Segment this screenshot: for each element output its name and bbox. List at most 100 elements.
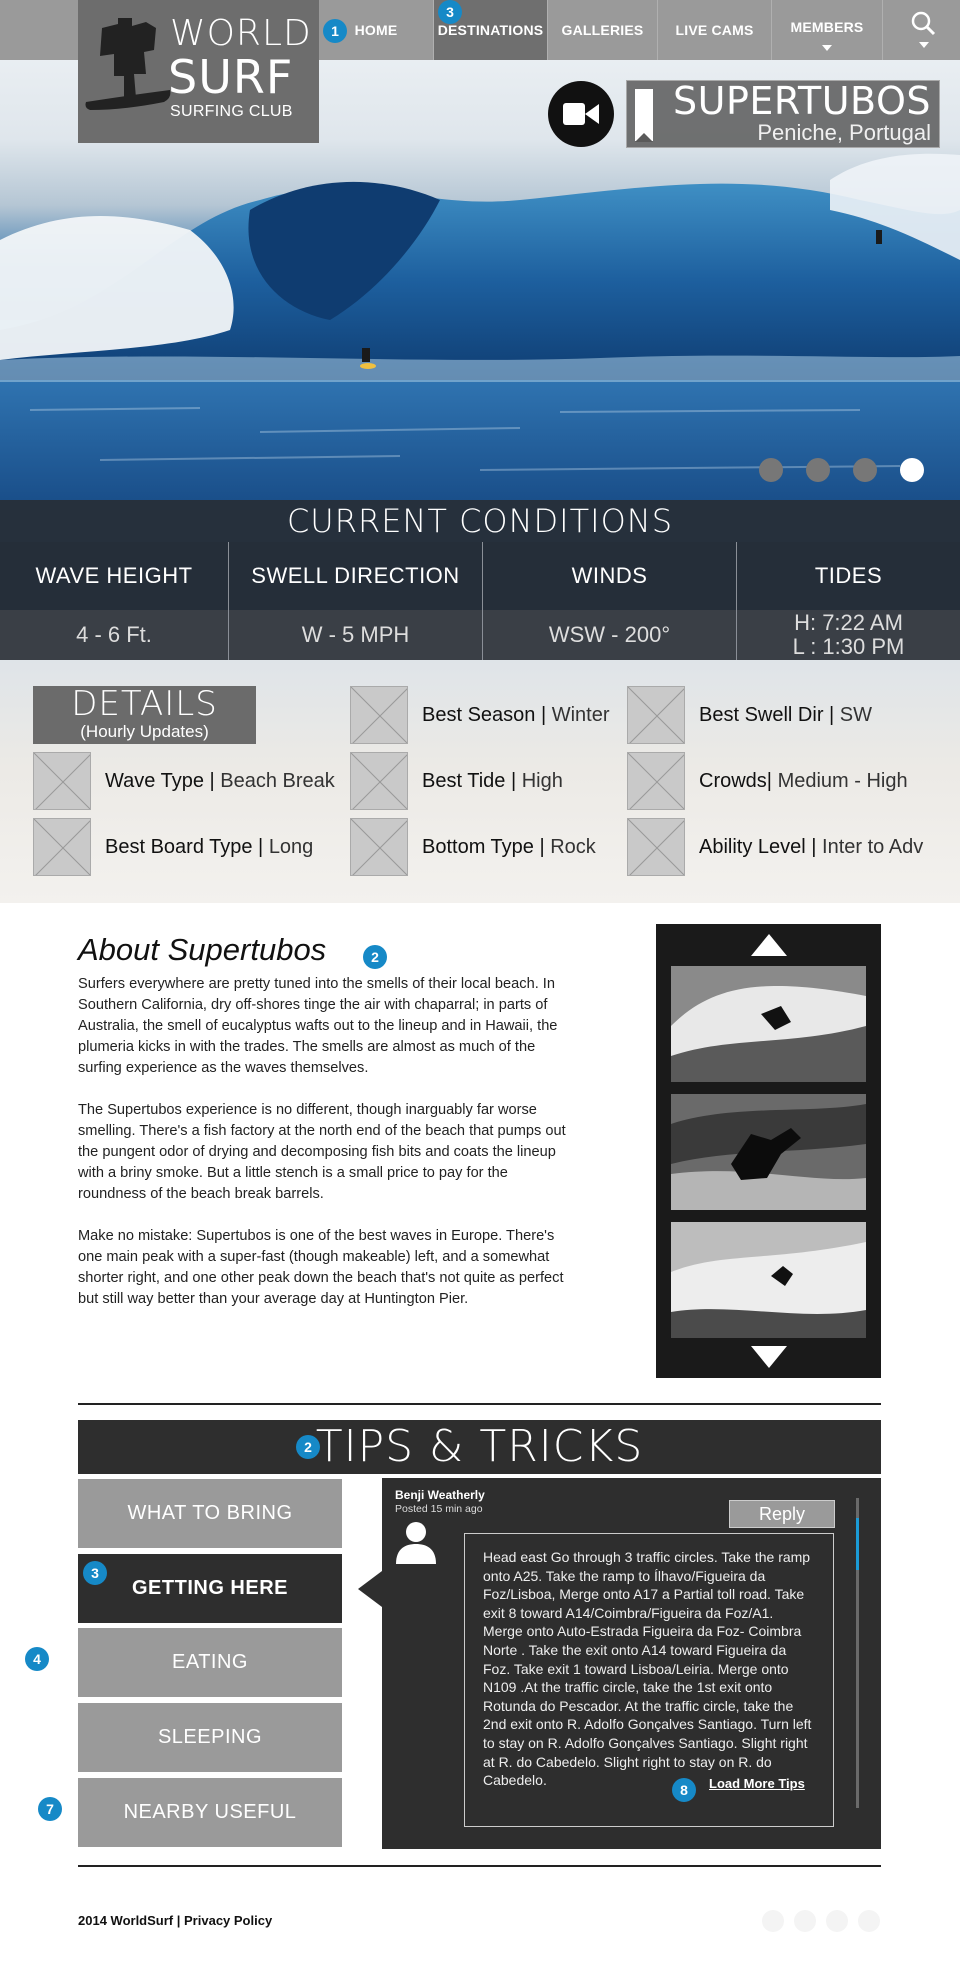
gallery-photo[interactable] (671, 1094, 866, 1210)
details-subtitle: (Hourly Updates) (80, 722, 209, 741)
scrollbar-thumb[interactable] (856, 1518, 859, 1570)
twitter-icon[interactable] (762, 1910, 784, 1932)
comment-timestamp: Posted 15 min ago (395, 1503, 483, 1515)
nav-members[interactable]: MEMBERS (771, 0, 882, 60)
conditions-grid: WAVE HEIGHT 4 - 6 Ft. SWELL DIRECTION W … (0, 542, 960, 660)
detail-best-swell-dir: Best Swell Dir | SW (627, 686, 872, 744)
image-placeholder (33, 752, 91, 810)
tab-sleeping[interactable]: SLEEPING (78, 1703, 342, 1772)
details-title: DETAILS (71, 684, 218, 724)
annotation-badge: 2 (296, 1435, 320, 1459)
gallery-down-button[interactable] (656, 1336, 881, 1378)
nav-menu: HOME DESTINATIONS GALLERIES LIVE CAMS ME… (319, 0, 882, 60)
surfer-logo-icon (85, 18, 171, 110)
annotation-badge: 1 (323, 19, 347, 43)
gallery-photo[interactable] (671, 966, 866, 1082)
spot-title-box: SUPERTUBOS Peniche, Portugal (626, 80, 940, 148)
comment-text: Head east Go through 3 traffic circles. … (483, 1549, 812, 1789)
footer: 2014 WorldSurf | Privacy Policy (78, 1913, 272, 1928)
about-paragraph: Surfers everywhere are pretty tuned into… (78, 976, 558, 1076)
annotation-badge: 4 (25, 1647, 49, 1671)
section-divider (78, 1403, 881, 1405)
gallery-photo[interactable] (671, 1222, 866, 1338)
detail-best-season: Best Season | Winter (350, 686, 610, 744)
detail-text: Best Tide | High (422, 769, 563, 792)
image-placeholder (627, 686, 685, 744)
arrow-up-icon (750, 934, 787, 956)
detail-text: Crowds| Medium - High (699, 769, 908, 792)
nav-members-label: MEMBERS (790, 19, 864, 35)
about-body: Surfers everywhere are pretty tuned into… (78, 974, 578, 1331)
tips-title: TIPS & TRICKS (78, 1420, 881, 1474)
slider-dots (736, 458, 924, 482)
image-placeholder (350, 818, 408, 876)
detail-crowds: Crowds| Medium - High (627, 752, 908, 810)
condition-swell-direction: SWELL DIRECTION W - 5 MPH (228, 542, 482, 660)
about-title: About Supertubos (78, 932, 327, 967)
load-more-tips-link[interactable]: Load More Tips (709, 1776, 805, 1791)
current-conditions: CURRENT CONDITIONS WAVE HEIGHT 4 - 6 Ft.… (0, 500, 960, 660)
annotation-badge: 3 (438, 0, 462, 24)
condition-label: SWELL DIRECTION (229, 542, 482, 610)
detail-ability-level: Ability Level | Inter to Adv (627, 818, 923, 876)
logo-tagline: SURFING CLUB (170, 103, 293, 120)
gallery-up-button[interactable] (656, 924, 881, 966)
detail-text: Ability Level | Inter to Adv (699, 835, 924, 858)
reply-button[interactable]: Reply (729, 1500, 835, 1528)
nav-live-cams[interactable]: LIVE CAMS (657, 0, 771, 60)
tab-nearby-useful[interactable]: NEARBY USEFUL (78, 1778, 342, 1847)
nav-destinations-label: DESTINATIONS (437, 22, 544, 38)
annotation-badge: 8 (672, 1778, 696, 1802)
slider-dot[interactable] (853, 458, 877, 482)
detail-text: Wave Type | Beach Break (105, 769, 335, 792)
image-placeholder (33, 818, 91, 876)
dribbble-icon[interactable] (858, 1910, 880, 1932)
condition-tides: TIDES H: 7:22 AM L : 1:30 PM (736, 542, 960, 660)
slider-dot-active[interactable] (900, 458, 924, 482)
about-paragraph: Make no mistake: Supertubos is one of th… (78, 1228, 564, 1307)
spot-title: SUPERTUBOS (673, 79, 931, 123)
nav-galleries[interactable]: GALLERIES (547, 0, 657, 60)
site-logo[interactable]: WORLD SURF SURFING CLUB (78, 0, 319, 143)
condition-value: WSW - 200° (483, 610, 736, 660)
tab-eating[interactable]: EATING (78, 1628, 342, 1697)
conditions-title: CURRENT CONDITIONS (0, 500, 960, 542)
detail-best-tide: Best Tide | High (350, 752, 563, 810)
nav-home-label: HOME (354, 22, 398, 38)
details-header: DETAILS (Hourly Updates) (33, 686, 256, 744)
annotation-badge: 2 (363, 945, 387, 969)
condition-label: TIDES (737, 542, 960, 610)
footer-separator: | (176, 1913, 181, 1928)
bookmark-icon[interactable] (635, 89, 654, 142)
slider-dot[interactable] (806, 458, 830, 482)
facebook-icon[interactable] (794, 1910, 816, 1932)
nav-galleries-label: GALLERIES (561, 22, 644, 38)
tip-comment-panel: Benji Weatherly Posted 15 min ago Reply … (382, 1478, 881, 1849)
slider-dot[interactable] (759, 458, 783, 482)
logo-world: WORLD (170, 13, 312, 54)
condition-label: WINDS (483, 542, 736, 610)
tab-what-to-bring[interactable]: WHAT TO BRING (78, 1479, 342, 1548)
about-paragraph: The Supertubos experience is no differen… (78, 1102, 566, 1202)
detail-text: Best Swell Dir | SW (699, 703, 873, 726)
search-button[interactable] (882, 0, 960, 60)
pinterest-icon[interactable] (826, 1910, 848, 1932)
logo-surf: SURF (168, 50, 294, 104)
detail-best-board-type: Best Board Type | Long (33, 818, 313, 876)
comment-author[interactable]: Benji Weatherly (395, 1488, 485, 1502)
live-cam-button[interactable] (548, 81, 615, 147)
condition-value: H: 7:22 AM L : 1:30 PM (737, 610, 960, 660)
photo-gallery (656, 924, 881, 1378)
tab-getting-here[interactable]: GETTING HERE (78, 1554, 342, 1623)
privacy-policy-link[interactable]: Privacy Policy (184, 1913, 272, 1928)
arrow-down-icon (750, 1346, 787, 1368)
image-placeholder (627, 752, 685, 810)
tab-pointer (358, 1571, 382, 1607)
chevron-down-icon (822, 45, 832, 51)
social-icons (752, 1910, 880, 1932)
spot-location: Peniche, Portugal (757, 120, 931, 145)
condition-value: W - 5 MPH (229, 610, 482, 660)
detail-text: Best Season | Winter (422, 703, 610, 726)
nav-live-cams-label: LIVE CAMS (675, 22, 754, 38)
annotation-badge: 7 (38, 1797, 62, 1821)
